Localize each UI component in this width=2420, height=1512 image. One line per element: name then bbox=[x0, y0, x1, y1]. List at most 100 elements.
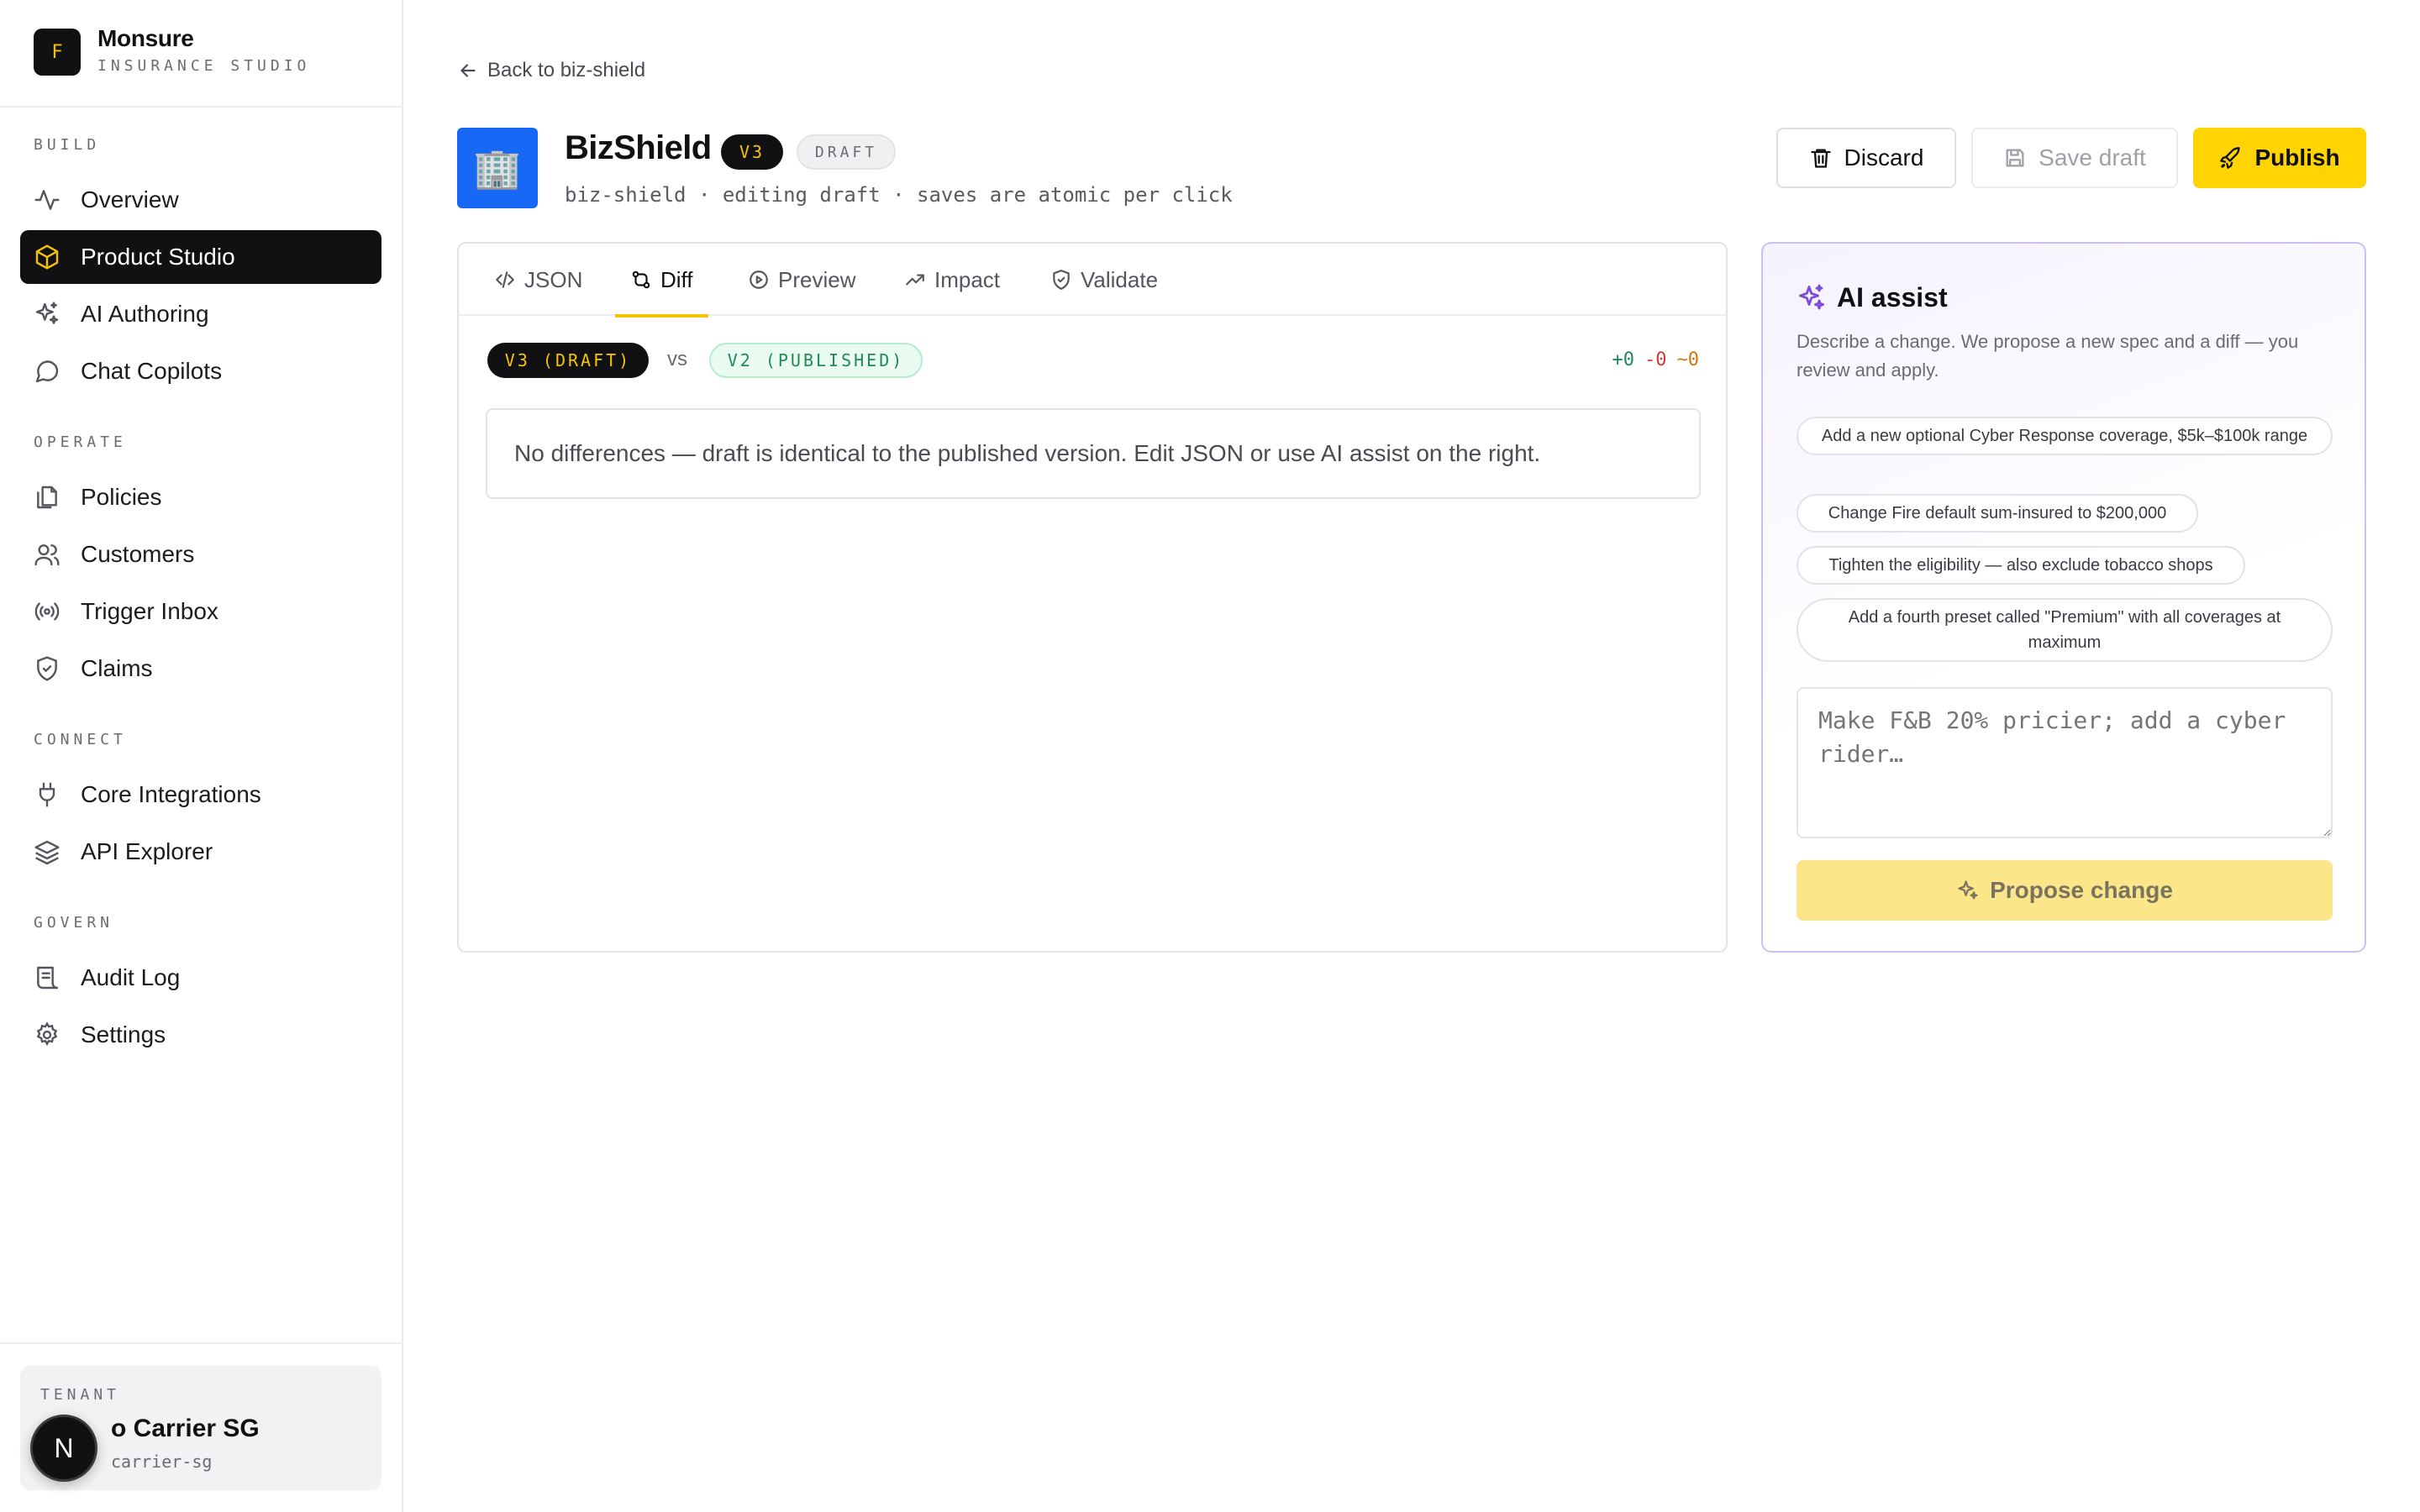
tab-validate[interactable]: Validate bbox=[1035, 244, 1173, 316]
propose-change-label: Propose change bbox=[1990, 877, 2173, 903]
tab-diff[interactable]: Diff bbox=[615, 244, 708, 318]
version-badge: V3 bbox=[721, 134, 783, 170]
nav-section-connect: CONNECT bbox=[34, 731, 127, 748]
sidebar-item-ai-authoring[interactable]: AI Authoring bbox=[20, 287, 381, 341]
suggestion-chip[interactable]: Tighten the eligibility — also exclude t… bbox=[1797, 546, 2245, 585]
tab-label: Diff bbox=[660, 266, 693, 292]
discard-button[interactable]: Discard bbox=[1776, 128, 1956, 188]
sidebar-item-trigger-inbox[interactable]: Trigger Inbox bbox=[20, 585, 381, 638]
sidebar: F Monsure INSURANCE STUDIO BUILD Overvie… bbox=[0, 0, 403, 1512]
play-circle-icon bbox=[750, 270, 768, 289]
status-badge: DRAFT bbox=[797, 134, 896, 170]
sidebar-item-settings[interactable]: Settings bbox=[20, 1008, 381, 1062]
publish-button[interactable]: Publish bbox=[2193, 128, 2366, 188]
sidebar-item-core-integrations[interactable]: Core Integrations bbox=[20, 768, 381, 822]
layers-icon bbox=[34, 840, 60, 865]
diff-right-version: V2 (PUBLISHED) bbox=[709, 343, 923, 378]
suggestion-chip[interactable]: Change Fire default sum-insured to $200,… bbox=[1797, 494, 2198, 533]
nav-section-govern: GOVERN bbox=[34, 914, 114, 932]
diff-empty-message: No differences — draft is identical to t… bbox=[486, 408, 1701, 499]
sparkles-icon bbox=[35, 302, 59, 324]
sidebar-item-claims[interactable]: Claims bbox=[20, 642, 381, 696]
sidebar-item-overview[interactable]: Overview bbox=[20, 173, 381, 227]
editor-tabs: JSON Diff Preview Impact Validate bbox=[459, 244, 1726, 318]
sidebar-item-label: Core Integrations bbox=[81, 781, 261, 807]
documents-icon bbox=[37, 486, 57, 509]
tab-label: Validate bbox=[1081, 266, 1159, 292]
back-link[interactable]: Back to biz-shield bbox=[457, 59, 645, 82]
sparkles-icon bbox=[1799, 284, 1824, 309]
plug-icon bbox=[39, 782, 55, 807]
product-icon: 🏢 bbox=[457, 128, 538, 208]
tab-preview[interactable]: Preview bbox=[733, 244, 871, 316]
suggestion-chip[interactable]: Add a new optional Cyber Response covera… bbox=[1797, 417, 2333, 455]
tenant-label: TENANT bbox=[40, 1386, 121, 1404]
ai-assist-description: Describe a change. We propose a new spec… bbox=[1797, 331, 2299, 381]
sidebar-item-label: Settings bbox=[81, 1021, 166, 1047]
diff-left-version: V3 (DRAFT) bbox=[487, 343, 649, 378]
tab-label: Preview bbox=[778, 266, 856, 292]
brand-subtitle: INSURANCE STUDIO bbox=[97, 57, 311, 75]
publish-label: Publish bbox=[2254, 144, 2340, 171]
diff-removed-count: -0 bbox=[1644, 349, 1667, 370]
diff-stats: +0 -0 ~0 bbox=[1612, 349, 1700, 370]
gear-icon bbox=[36, 1021, 58, 1047]
radio-signal-icon bbox=[34, 602, 60, 621]
save-draft-button[interactable]: Save draft bbox=[1971, 128, 2178, 188]
ai-assist-title-text: AI assist bbox=[1837, 282, 1948, 312]
sidebar-item-policies[interactable]: Policies bbox=[20, 470, 381, 524]
sidebar-item-label: Customers bbox=[81, 541, 195, 567]
sidebar-item-label: Trigger Inbox bbox=[81, 598, 218, 624]
save-draft-label: Save draft bbox=[2039, 144, 2146, 171]
sparkles-icon bbox=[1958, 880, 1978, 900]
sidebar-item-customers[interactable]: Customers bbox=[20, 528, 381, 581]
sidebar-item-label: Product Studio bbox=[81, 244, 235, 270]
brand-logo: F bbox=[34, 29, 81, 76]
git-compare-icon bbox=[632, 270, 650, 289]
nav-section-build: BUILD bbox=[34, 136, 101, 154]
tenant-name: o Carrier SG bbox=[111, 1415, 260, 1442]
sidebar-item-label: Chat Copilots bbox=[81, 358, 223, 384]
sidebar-item-product-studio[interactable]: Product Studio bbox=[20, 230, 381, 284]
diff-modified-count: ~0 bbox=[1676, 349, 1700, 370]
discard-label: Discard bbox=[1844, 144, 1924, 171]
editor-panel: JSON Diff Preview Impact Validate V3 (DR… bbox=[457, 242, 1728, 953]
nextjs-dev-badge[interactable]: N bbox=[30, 1415, 97, 1482]
sidebar-item-label: Policies bbox=[81, 484, 162, 510]
diff-vs-label: vs bbox=[667, 348, 687, 370]
tab-impact[interactable]: Impact bbox=[889, 244, 1015, 316]
propose-change-button[interactable]: Propose change bbox=[1797, 860, 2333, 921]
save-icon bbox=[2006, 149, 2024, 167]
suggestion-chip[interactable]: Add a fourth preset called "Premium" wit… bbox=[1797, 598, 2333, 662]
sidebar-item-api-explorer[interactable]: API Explorer bbox=[20, 825, 381, 879]
tab-label: Impact bbox=[934, 266, 1001, 292]
tenant-slug: carrier-sg bbox=[111, 1452, 213, 1472]
code-icon bbox=[496, 271, 514, 288]
tab-label: JSON bbox=[524, 266, 583, 292]
sidebar-item-label: Overview bbox=[81, 186, 179, 213]
sidebar-item-label: Claims bbox=[81, 655, 153, 681]
building-icon: 🏢 bbox=[473, 146, 522, 190]
arrow-left-icon bbox=[460, 64, 476, 77]
sidebar-item-chat-copilots[interactable]: Chat Copilots bbox=[20, 344, 381, 398]
chat-bubble-icon bbox=[35, 360, 59, 383]
users-icon bbox=[34, 544, 60, 566]
brand-name: Monsure bbox=[97, 25, 194, 51]
ai-assist-panel: AI assist Describe a change. We propose … bbox=[1761, 242, 2366, 953]
trash-icon bbox=[1810, 149, 1831, 168]
shield-check-icon bbox=[1053, 270, 1070, 290]
ai-change-input[interactable] bbox=[1797, 687, 2333, 838]
tab-json[interactable]: JSON bbox=[479, 244, 597, 316]
shield-check-icon bbox=[37, 656, 57, 681]
sidebar-item-label: AI Authoring bbox=[81, 301, 209, 327]
sidebar-item-label: Audit Log bbox=[81, 964, 181, 990]
back-link-label: Back to biz-shield bbox=[487, 59, 646, 81]
sidebar-item-label: API Explorer bbox=[81, 838, 213, 864]
ai-assist-title: AI assist bbox=[1797, 282, 1948, 313]
sidebar-item-audit-log[interactable]: Audit Log bbox=[20, 951, 381, 1005]
page-subtitle: biz-shield · editing draft · saves are a… bbox=[565, 183, 1233, 207]
trending-up-icon bbox=[906, 274, 924, 286]
nav-section-operate: OPERATE bbox=[34, 433, 127, 451]
diff-added-count: +0 bbox=[1612, 349, 1635, 370]
activity-icon bbox=[34, 190, 60, 210]
